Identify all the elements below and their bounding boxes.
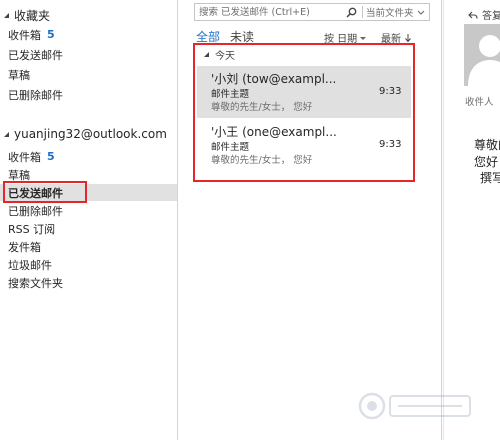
body-text: 尊敬的 <box>474 138 500 152</box>
folder-label: 收件箱 <box>8 28 41 42</box>
folder-label: RSS 订阅 <box>8 222 56 236</box>
reading-pane: 答复 收件人 尊敬的 您好 撰写 <box>443 0 500 440</box>
avatar-silhouette-icon <box>468 35 500 86</box>
reply-label: 答复 <box>482 11 500 22</box>
folder-label: 已发送邮件 <box>8 186 63 200</box>
folder-pane: 收藏夹 收件箱 5 已发送邮件 草稿 已删除邮件 yuanjing32@outl… <box>0 0 178 440</box>
triangle-down-icon <box>4 13 9 18</box>
account-header[interactable]: yuanjing32@outlook.com <box>0 125 167 143</box>
folder-label: 搜索文件夹 <box>8 276 63 290</box>
account-item-outbox[interactable]: 发件箱 <box>0 238 177 255</box>
account-item-drafts[interactable]: 草稿 <box>0 166 177 183</box>
favorites-item-inbox[interactable]: 收件箱 5 <box>0 26 177 43</box>
folder-label: 草稿 <box>8 168 30 182</box>
folder-label: 草稿 <box>8 68 30 82</box>
account-item-search-folders[interactable]: 搜索文件夹 <box>0 274 177 291</box>
favorites-item-deleted[interactable]: 已删除邮件 <box>0 86 177 103</box>
account-item-inbox[interactable]: 收件箱 5 <box>0 148 177 165</box>
message-time: 9:33 <box>379 139 402 150</box>
search-scope-label[interactable]: 当前文件夹 <box>366 5 414 19</box>
unread-count-badge: 5 <box>47 28 55 41</box>
favorites-item-drafts[interactable]: 草稿 <box>0 66 177 83</box>
message-time: 9:33 <box>379 86 402 97</box>
search-input[interactable] <box>195 4 343 20</box>
reply-icon <box>468 11 478 19</box>
message-subject: 邮件主题 <box>211 142 250 153</box>
message-subject: 邮件主题 <box>211 89 250 100</box>
chevron-down-icon <box>360 36 367 40</box>
arrow-down-icon <box>405 33 411 42</box>
search-button[interactable] <box>343 4 359 20</box>
folder-label: 已删除邮件 <box>8 204 63 218</box>
body-text: 撰写 <box>480 171 500 185</box>
folder-label: 收件箱 <box>8 150 41 164</box>
message-item[interactable]: '小王 (one@exampl... 邮件主题 9:33 尊敬的先生/女士， 您… <box>197 119 411 171</box>
folder-label: 发件箱 <box>8 240 41 254</box>
message-list: 今天 '小刘 (tow@exampl... 邮件主题 9:33 尊敬的先生/女士… <box>193 43 415 182</box>
favorites-item-sent[interactable]: 已发送邮件 <box>0 46 177 63</box>
avatar <box>464 24 500 86</box>
favorites-header-label: 收藏夹 <box>14 8 51 23</box>
unread-count-badge: 5 <box>47 150 55 163</box>
folder-label: 已发送邮件 <box>8 48 63 62</box>
folder-label: 垃圾邮件 <box>8 258 52 272</box>
chevron-down-icon[interactable] <box>417 8 425 16</box>
search-icon <box>345 7 356 18</box>
account-item-rss[interactable]: RSS 订阅 <box>0 220 177 237</box>
filter-all[interactable]: 全部 <box>196 28 220 45</box>
message-list-pane: 当前文件夹 全部 未读 按 日期 最新 今天 '小刘 (tow@exampl..… <box>178 0 442 440</box>
group-header-today[interactable]: 今天 <box>202 48 235 62</box>
triangle-down-icon <box>4 132 9 137</box>
reply-button[interactable]: 答复 <box>468 7 500 22</box>
account-header-label: yuanjing32@outlook.com <box>14 127 167 141</box>
folder-label: 已删除邮件 <box>8 88 63 102</box>
message-preview: 尊敬的先生/女士， 您好 <box>211 155 313 166</box>
body-text: 您好 <box>474 155 499 169</box>
message-sender: '小王 (one@exampl... <box>211 125 337 139</box>
triangle-down-icon <box>204 52 209 57</box>
group-header-label: 今天 <box>215 50 235 62</box>
account-item-sent[interactable]: 已发送邮件 <box>0 184 177 201</box>
search-box: 当前文件夹 <box>194 3 430 21</box>
divider <box>362 6 363 18</box>
account-item-deleted[interactable]: 已删除邮件 <box>0 202 177 219</box>
message-preview: 尊敬的先生/女士， 您好 <box>211 102 313 113</box>
filter-unread[interactable]: 未读 <box>230 28 254 45</box>
account-item-junk[interactable]: 垃圾邮件 <box>0 256 177 273</box>
message-item[interactable]: '小刘 (tow@exampl... 邮件主题 9:33 尊敬的先生/女士， 您… <box>197 66 411 118</box>
favorites-header[interactable]: 收藏夹 <box>0 6 50 24</box>
recipient-label: 收件人 <box>465 97 494 108</box>
message-sender: '小刘 (tow@exampl... <box>211 72 337 86</box>
